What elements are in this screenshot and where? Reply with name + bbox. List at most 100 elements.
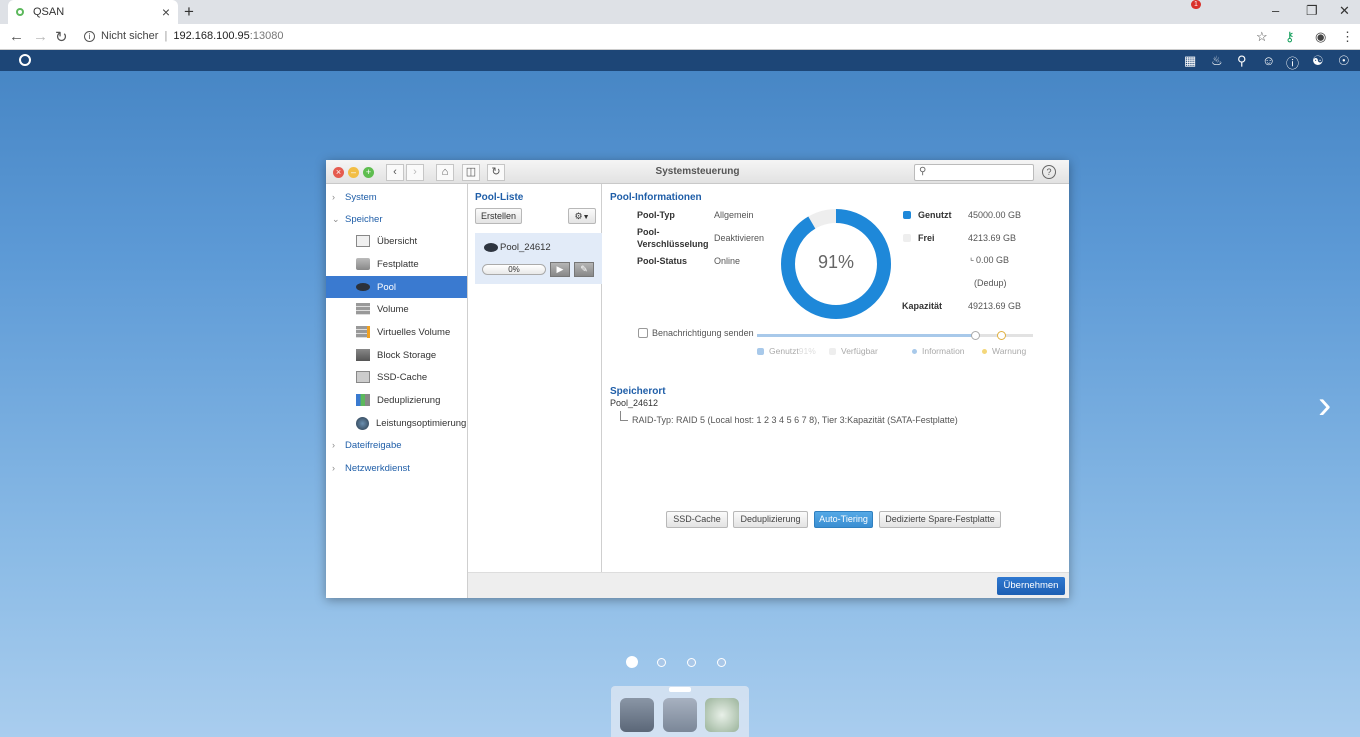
sidebar-item-volume[interactable]: Volume [326,298,467,320]
tab-close-icon[interactable]: × [162,4,170,20]
legend-used-label: Genutzt [769,346,799,356]
info-icon[interactable]: i [84,30,95,42]
language-globe-icon[interactable]: ☯ [1312,53,1324,69]
dedup-branch-icon: ⌞ [970,252,975,262]
bookmark-star-icon[interactable]: ☆ [1256,29,1268,45]
pool-settings-button[interactable]: ⚙▼ [568,208,596,224]
search-icon[interactable]: ⚲ [1237,53,1247,69]
notification-count-badge: 1 [1191,0,1201,9]
help-icon[interactable]: ? [1042,165,1056,179]
help-icon[interactable]: ⓘ [1286,53,1299,72]
virtual-volume-icon [356,326,370,338]
notify-checkbox-row[interactable]: Benachrichtigung senden [638,328,754,338]
maximize-window-icon[interactable]: + [363,167,374,178]
chevron-down-icon: ▼ [582,214,590,221]
browser-tab[interactable]: QSAN × [8,0,178,24]
usage-percent: 91% [817,252,855,272]
url-field[interactable]: i Nicht sicher | 192.168.100.95 :13080 [84,30,283,42]
desktop-page-dot-2[interactable] [657,658,666,667]
user-icon[interactable]: ☺ [1262,53,1275,68]
window-close-icon[interactable]: ✕ [1339,3,1350,19]
desktop-page-dot-1[interactable] [626,656,638,668]
back-nav-icon[interactable]: ‹ [386,164,404,181]
sidebar-group-system[interactable]: › System [326,186,468,208]
qsan-logo-icon[interactable] [19,54,31,66]
sidebar-item-label: Festplatte [377,258,419,270]
apply-button[interactable]: Übernehmen [997,577,1065,595]
recycle-bin-dock-icon[interactable] [705,698,739,732]
pool-encryption-value: Deaktivieren [714,233,765,243]
sidebar-group-dateifreigabe[interactable]: › Dateifreigabe [326,434,468,456]
close-window-icon[interactable]: × [333,167,344,178]
dock-handle[interactable] [669,687,691,692]
app-center-dock-icon[interactable] [663,698,697,732]
sidebar-group-speicher[interactable]: ⌄ Speicher [326,208,468,230]
window-footer: Übernehmen [468,572,1069,598]
address-bar: ← → ↻ i Nicht sicher | 192.168.100.95 :1… [0,24,1360,50]
legend-available-swatch [829,347,836,355]
threshold-slider[interactable] [757,331,1033,340]
forward-nav-icon[interactable]: › [406,164,424,181]
sidebar-group-label: Dateifreigabe [345,439,402,451]
dedicated-spare-button[interactable]: Dedizierte Spare-Festplatte [879,511,1001,528]
restore-icon[interactable]: ❐ [1306,3,1318,19]
ssd-cache-button[interactable]: SSD-Cache [666,511,728,528]
sidebar-item-leistungsoptimierung[interactable]: Leistungsoptimierung [326,412,467,434]
sidebar-item-ssd-cache[interactable]: SSD-Cache [326,366,467,388]
legend-used-swatch [757,347,764,355]
auto-tiering-button[interactable]: Auto-Tiering [814,511,873,528]
create-pool-button[interactable]: Erstellen [475,208,522,224]
legend-available: Verfügbar [829,346,878,356]
sidebar-item-deduplizierung[interactable]: Deduplizierung [326,389,467,411]
desktop-page-dot-4[interactable] [717,658,726,667]
deduplication-button[interactable]: Deduplizierung [733,511,808,528]
free-value: 4213.69 GB [968,233,1017,243]
search-box: ⚲ [914,164,1034,181]
notify-label: Benachrichtigung senden [652,328,754,338]
pool-disk-icon [484,243,498,252]
dedup-label: (Dedup) [974,278,1007,288]
forward-icon[interactable]: → [33,28,48,45]
search-input[interactable] [931,166,1031,179]
notification-bell-icon[interactable]: ♨ [1211,53,1223,69]
pool-progress-bar: 0% [482,264,546,275]
menu-icon[interactable]: ⋮ [1341,29,1354,45]
sidebar-item-uebersicht[interactable]: Übersicht [326,230,467,252]
block-storage-icon [356,349,370,361]
apps-icon[interactable]: ▦ [1184,53,1196,69]
password-key-icon[interactable]: ⚷ [1285,29,1295,45]
control-panel-window: × – + ‹ › ⌂ ◫ ↻ Systemsteuerung ⚲ ? › Sy… [326,160,1069,598]
profile-icon[interactable]: ◉ [1315,29,1326,45]
next-page-arrow-icon[interactable]: › [1318,385,1331,425]
refresh-icon[interactable]: ↻ [487,164,505,181]
control-panel-dock-icon[interactable] [620,698,654,732]
play-icon[interactable]: ▶ [550,262,570,277]
edit-pencil-icon[interactable]: ✎ [574,262,594,277]
pool-list-item[interactable]: Pool_24612 0% ▶ ✎ [475,233,602,284]
reload-icon[interactable]: ↻ [55,28,68,46]
panel-toggle-icon[interactable]: ◫ [462,164,480,181]
shutdown-icon[interactable]: ☉ [1338,53,1350,69]
pool-status-value: Online [714,256,741,266]
minimize-window-icon[interactable]: – [348,167,359,178]
sidebar-group-netzwerkdienst[interactable]: › Netzwerkdienst [326,457,468,479]
sidebar-item-block-storage[interactable]: Block Storage [326,344,467,366]
information-threshold-knob[interactable] [971,331,980,340]
home-icon[interactable]: ⌂ [436,164,454,181]
minimize-icon[interactable]: – [1272,3,1279,18]
back-icon[interactable]: ← [9,28,24,45]
notify-checkbox[interactable] [638,328,648,338]
desktop-page-dot-3[interactable] [687,658,696,667]
sidebar-item-pool[interactable]: Pool [326,276,467,298]
pool-encryption-label-1: Pool- [637,227,660,237]
tree-branch-icon [620,411,628,421]
sidebar-item-label: Virtuelles Volume [377,326,451,338]
hard-disk-icon [356,258,370,270]
overview-icon [356,235,370,247]
sidebar-item-festplatte[interactable]: Festplatte [326,253,467,275]
warning-threshold-knob[interactable] [997,331,1006,340]
sidebar-item-virtuelles-volume[interactable]: Virtuelles Volume [326,321,467,343]
url-host: 192.168.100.95 [173,30,250,42]
pool-name: Pool_24612 [500,242,551,253]
new-tab-button[interactable]: + [184,2,194,22]
